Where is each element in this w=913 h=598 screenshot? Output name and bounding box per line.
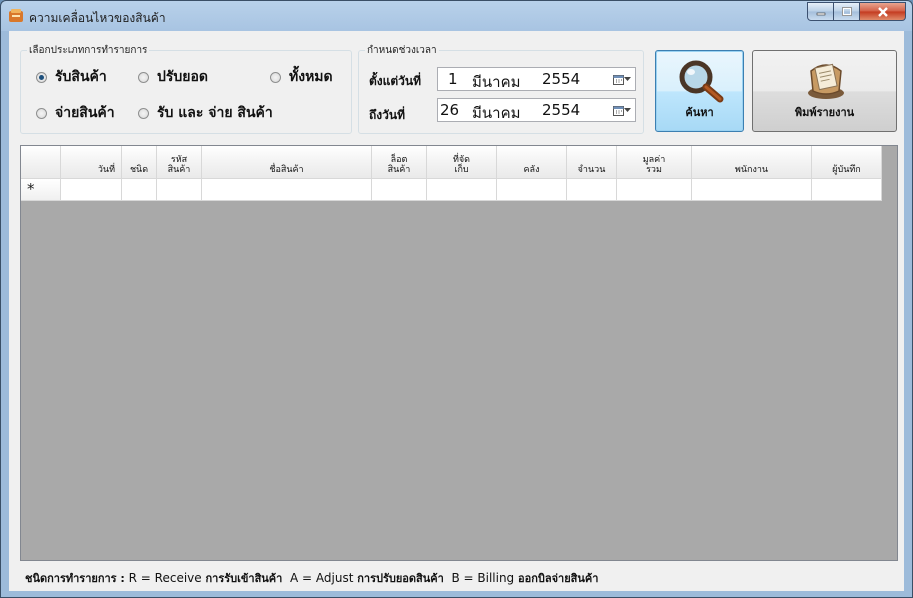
- calendar-icon: [613, 74, 624, 85]
- radio-receive[interactable]: รับสินค้า: [36, 66, 107, 88]
- legend-billing-code: B = Billing: [451, 571, 515, 585]
- from-year[interactable]: 2554: [542, 70, 580, 88]
- table-cell[interactable]: [617, 179, 692, 201]
- legend-adjust-desc: การปรับยอดสินค้า: [357, 572, 444, 585]
- radio-indicator: [36, 107, 47, 119]
- table-cell[interactable]: [122, 179, 157, 201]
- table-cell[interactable]: [157, 179, 202, 201]
- legend-receive-code: R = Receive: [128, 571, 202, 585]
- main-window: ความเคลื่อนไหวของสินค้า เลือกประเภทการทำ…: [0, 0, 913, 598]
- radio-indicator: [138, 107, 149, 119]
- from-month[interactable]: มีนาคม: [472, 70, 521, 94]
- column-header-storage-location[interactable]: ที่จัด เก็บ: [427, 146, 497, 179]
- column-header-quantity[interactable]: จำนวน: [567, 146, 617, 179]
- column-header-warehouse[interactable]: คลัง: [497, 146, 567, 179]
- to-date-label: ถึงวันที่: [369, 108, 405, 122]
- magnifier-icon: [679, 60, 724, 103]
- close-icon: [877, 6, 888, 17]
- column-header-lot[interactable]: ล็อต สินค้า: [372, 146, 427, 179]
- to-day[interactable]: 26: [440, 101, 459, 119]
- radio-indicator: [36, 71, 47, 83]
- client-area: เลือกประเภทการทำรายการ รับสินค้า ปรับยอด…: [9, 31, 904, 591]
- transaction-type-group-title: เลือกประเภทการทำรายการ: [27, 43, 150, 58]
- title-bar[interactable]: ความเคลื่อนไหวของสินค้า: [1, 1, 912, 31]
- table-cell[interactable]: [812, 179, 882, 201]
- maximize-icon: [841, 7, 852, 16]
- radio-receive-and-issue[interactable]: รับ และ จ่าย สินค้า: [138, 102, 273, 124]
- date-range-group: กำหนดช่วงเวลา ตั้งแต่วันที่ 1 มีนาคม 255…: [358, 43, 644, 134]
- new-row-marker[interactable]: *: [21, 179, 61, 201]
- report-icon: [808, 63, 844, 99]
- radio-indicator: [138, 71, 149, 83]
- table-cell[interactable]: [372, 179, 427, 201]
- from-day[interactable]: 1: [448, 70, 458, 88]
- radio-adjust-label: ปรับยอด: [157, 69, 208, 85]
- legend-prefix: ชนิดการทำรายการ :: [25, 572, 125, 585]
- search-button-label: ค้นหา: [685, 106, 714, 119]
- column-header-recorder[interactable]: ผู้บันทึก: [812, 146, 882, 179]
- legend-receive-desc: การรับเข้าสินค้า: [205, 572, 283, 585]
- chevron-down-icon: [624, 76, 631, 81]
- legend-adjust-code: A = Adjust: [290, 571, 354, 585]
- date-range-group-title: กำหนดช่วงเวลา: [365, 43, 439, 58]
- app-icon: [9, 9, 23, 22]
- radio-issue-label: จ่ายสินค้า: [55, 105, 115, 121]
- column-header-date[interactable]: วันที่: [61, 146, 122, 179]
- column-header-type[interactable]: ชนิด: [122, 146, 157, 179]
- transaction-type-group: เลือกประเภทการทำรายการ รับสินค้า ปรับยอด…: [20, 43, 352, 134]
- to-calendar-dropdown[interactable]: [613, 103, 631, 117]
- maximize-button[interactable]: [834, 2, 860, 21]
- print-report-button[interactable]: พิมพ์รายงาน: [752, 50, 897, 132]
- column-header-product-code[interactable]: รหัส สินค้า: [157, 146, 202, 179]
- search-button[interactable]: ค้นหา: [655, 50, 744, 132]
- column-header-employee[interactable]: พนักงาน: [692, 146, 812, 179]
- close-button[interactable]: [860, 2, 906, 21]
- radio-adjust[interactable]: ปรับยอด: [138, 66, 208, 88]
- table-cell[interactable]: [497, 179, 567, 201]
- table-cell[interactable]: [61, 179, 122, 201]
- column-header-total-value[interactable]: มูลค่า รวม: [617, 146, 692, 179]
- row-header-corner: [21, 146, 61, 179]
- radio-receive-label: รับสินค้า: [55, 69, 107, 85]
- transaction-type-legend: ชนิดการทำรายการ : R = Receive การรับเข้า…: [25, 569, 598, 587]
- to-month[interactable]: มีนาคม: [472, 101, 521, 125]
- table-row-new[interactable]: *: [21, 179, 882, 201]
- minimize-button[interactable]: [807, 2, 834, 21]
- from-calendar-dropdown[interactable]: [613, 72, 631, 86]
- table-cell[interactable]: [427, 179, 497, 201]
- legend-billing-desc: ออกบิลจ่ายสินค้า: [518, 572, 599, 585]
- radio-issue[interactable]: จ่ายสินค้า: [36, 102, 115, 124]
- print-report-button-label: พิมพ์รายงาน: [794, 106, 855, 119]
- radio-all-label: ทั้งหมด: [289, 69, 333, 85]
- column-header-product-name[interactable]: ชื่อสินค้า: [202, 146, 372, 179]
- table-cell[interactable]: [567, 179, 617, 201]
- radio-receive-and-issue-label: รับ และ จ่าย สินค้า: [157, 105, 273, 121]
- grid-header: วันที่ ชนิด รหัส สินค้า ชื่อสินค้า ล็อต …: [21, 146, 882, 179]
- movement-data-grid[interactable]: วันที่ ชนิด รหัส สินค้า ชื่อสินค้า ล็อต …: [20, 145, 898, 561]
- radio-all[interactable]: ทั้งหมด: [270, 66, 333, 88]
- from-date-picker[interactable]: 1 มีนาคม 2554: [437, 67, 636, 91]
- chevron-down-icon: [624, 107, 631, 112]
- minimize-icon: [816, 12, 825, 15]
- from-date-label: ตั้งแต่วันที่: [369, 74, 422, 88]
- to-date-picker[interactable]: 26 มีนาคม 2554: [437, 98, 636, 122]
- radio-indicator: [270, 71, 281, 83]
- window-title: ความเคลื่อนไหวของสินค้า: [29, 11, 166, 25]
- table-cell[interactable]: [202, 179, 372, 201]
- table-cell[interactable]: [692, 179, 812, 201]
- calendar-icon: [613, 105, 624, 116]
- to-year[interactable]: 2554: [542, 101, 580, 119]
